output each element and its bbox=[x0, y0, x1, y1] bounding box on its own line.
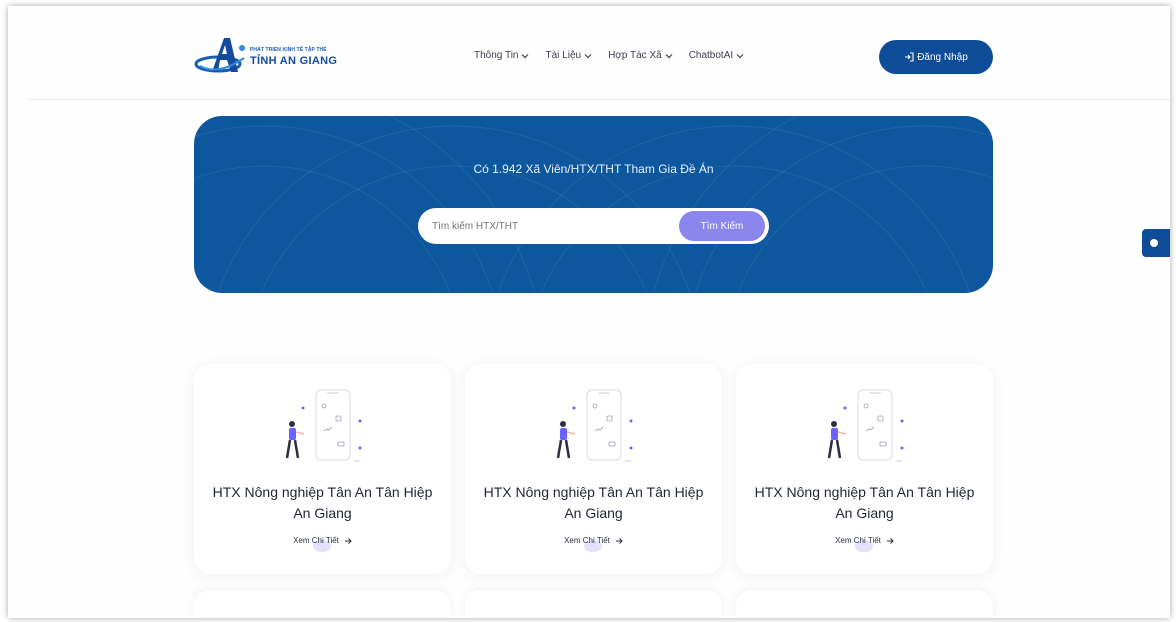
search-button[interactable]: Tìm Kiếm bbox=[679, 211, 765, 241]
arrow-right-icon bbox=[344, 537, 352, 544]
login-button[interactable]: Đăng Nhập bbox=[879, 40, 993, 74]
card-title: HTX Nông nghiệp Tân An Tân Hiệp An Giang bbox=[212, 484, 433, 521]
view-details-label: Xem Chi Tiết bbox=[293, 536, 339, 545]
browser-frame: PHÁT TRIỂN KINH TẾ TẬP THỂ TỈNH AN GIANG… bbox=[8, 6, 1170, 618]
nav-item-thong-tin[interactable]: Thông Tin bbox=[474, 50, 529, 61]
search-input[interactable] bbox=[432, 216, 672, 236]
card-title: HTX Nông nghiệp Tân An Tân Hiệp An Giang bbox=[483, 484, 704, 521]
nav-item-hop-tac-xa[interactable]: Hợp Tác Xã bbox=[608, 50, 673, 61]
mobile-user-illustration bbox=[556, 389, 633, 462]
coop-card-partial[interactable] bbox=[465, 590, 722, 618]
main-nav: Thông Tin Tài Liệu Hợp Tác Xã ChatbotAI bbox=[474, 50, 760, 61]
mobile-user-illustration bbox=[285, 389, 362, 462]
coop-card-partial[interactable] bbox=[736, 590, 993, 618]
chevron-down-icon bbox=[736, 53, 744, 58]
chevron-down-icon bbox=[522, 53, 529, 58]
view-details-label: Xem Chi Tiết bbox=[835, 536, 881, 545]
chevron-down-icon bbox=[584, 53, 592, 58]
logo-title: TỈNH AN GIANG bbox=[250, 55, 338, 67]
login-label: Đăng Nhập bbox=[917, 51, 968, 63]
arrow-right-icon bbox=[886, 537, 894, 544]
site-logo[interactable]: PHÁT TRIỂN KINH TẾ TẬP THỂ TỈNH AN GIANG bbox=[194, 36, 354, 78]
nav-label: Hợp Tác Xã bbox=[608, 50, 662, 61]
nav-label: Tài Liệu bbox=[545, 50, 582, 61]
hero-arc-pattern bbox=[194, 116, 993, 293]
coop-card[interactable]: HTX Nông nghiệp Tân An Tân Hiệp An Giang… bbox=[194, 364, 451, 574]
logo-subtitle: PHÁT TRIỂN KINH TẾ TẬP THỂ bbox=[250, 47, 327, 53]
nav-label: Thông Tin bbox=[474, 50, 519, 61]
view-details-link[interactable]: Xem Chi Tiết bbox=[194, 536, 451, 552]
view-details-link[interactable]: Xem Chi Tiết bbox=[465, 536, 722, 552]
chevron-down-icon bbox=[665, 53, 673, 58]
coop-card[interactable]: HTX Nông nghiệp Tân An Tân Hiệp An Giang… bbox=[465, 364, 722, 574]
site-header: PHÁT TRIỂN KINH TẾ TẬP THỂ TỈNH AN GIANG… bbox=[8, 6, 1170, 100]
nav-label: ChatbotAI bbox=[688, 50, 734, 61]
nav-item-chatbotai[interactable]: ChatbotAI bbox=[689, 50, 744, 61]
view-details-label: Xem Chi Tiết bbox=[564, 536, 610, 545]
side-floating-tab[interactable] bbox=[1142, 229, 1170, 257]
card-title: HTX Nông nghiệp Tân An Tân Hiệp An Giang bbox=[754, 484, 975, 521]
view-details-link[interactable]: Xem Chi Tiết bbox=[736, 536, 993, 552]
coop-card-partial[interactable] bbox=[194, 590, 451, 618]
arrow-right-icon bbox=[615, 537, 623, 544]
coop-card[interactable]: HTX Nông nghiệp Tân An Tân Hiệp An Giang… bbox=[736, 364, 993, 574]
search-box: Tìm Kiếm bbox=[418, 208, 769, 244]
search-button-label: Tìm Kiếm bbox=[700, 220, 744, 232]
login-icon bbox=[905, 52, 914, 62]
header-divider bbox=[28, 99, 1170, 100]
chat-bubble-icon bbox=[1150, 239, 1158, 247]
mobile-user-illustration bbox=[827, 389, 904, 462]
hero-banner: Có 1.942 Xã Viên/HTX/THT Tham Gia Đề Án … bbox=[194, 116, 993, 293]
hero-title: Có 1.942 Xã Viên/HTX/THT Tham Gia Đề Án bbox=[473, 162, 714, 176]
nav-item-tai-lieu[interactable]: Tài Liệu bbox=[545, 50, 592, 61]
logo-a-mark bbox=[194, 38, 245, 73]
